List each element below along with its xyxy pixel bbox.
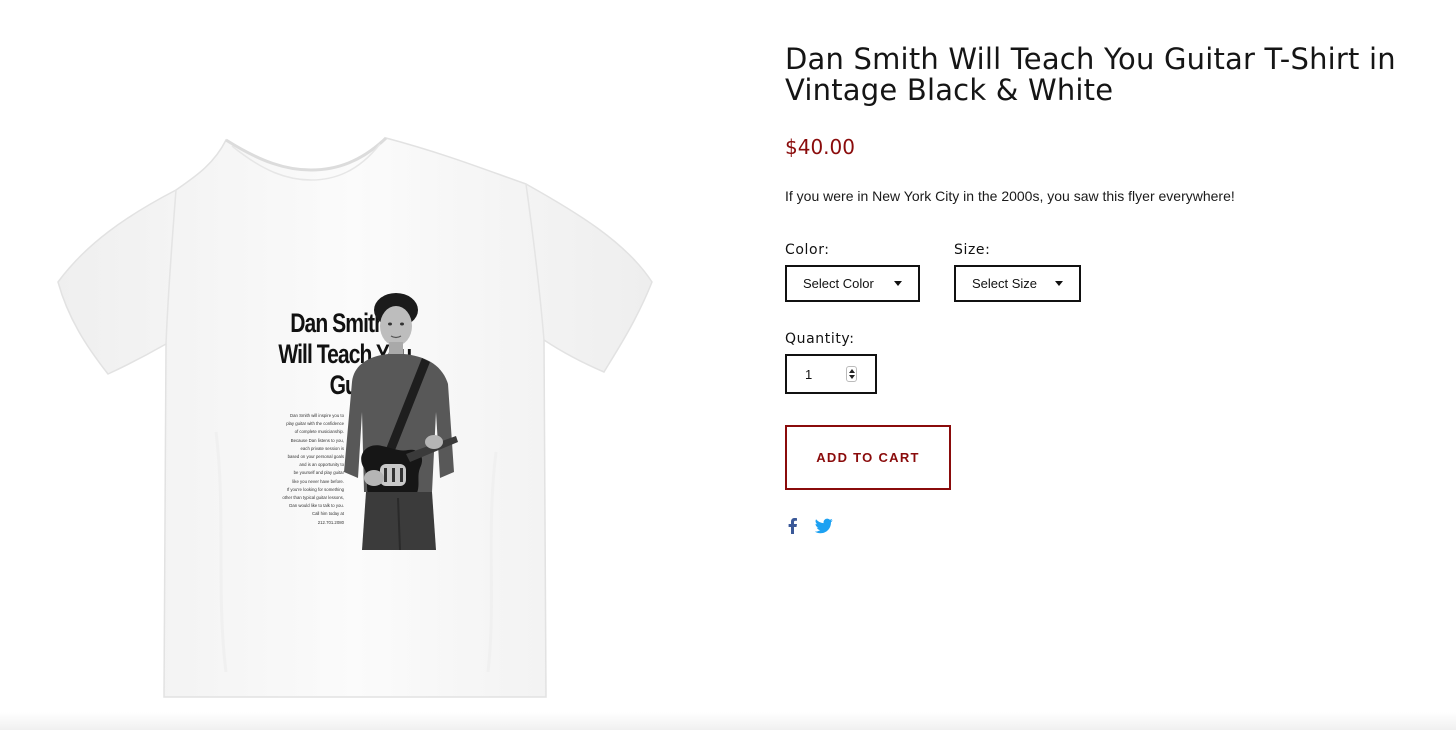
print-body-line: like you never have before. (292, 478, 344, 484)
print-body-line: Because Dan listens to you, (290, 437, 344, 443)
size-option: Size: Select Size (954, 242, 1081, 302)
print-body-line: If you're looking for something (286, 486, 344, 492)
twitter-share-link[interactable] (814, 518, 833, 539)
chevron-down-icon (1055, 281, 1063, 286)
share-links (785, 517, 833, 540)
size-select[interactable]: Select Size (954, 265, 1081, 302)
quantity-stepper[interactable]: 1 (785, 354, 877, 394)
caret-up-icon[interactable] (848, 369, 855, 373)
print-body-line: Dan Smith will inspire you to (290, 413, 344, 418)
twitter-icon (814, 518, 833, 534)
facebook-share-link[interactable] (785, 517, 799, 540)
print-body-line: other than typical guitar lessons, (282, 495, 344, 501)
print-body-text: Dan Smith will inspire you to play guita… (270, 412, 344, 527)
quantity-option: Quantity: 1 (785, 331, 877, 394)
print-body-line: Dan would like to talk to you. (289, 503, 344, 509)
product-page: Dan Smith Will Teach You Guitar Dan Smit… (0, 0, 1456, 730)
size-select-value: Select Size (972, 276, 1038, 291)
print-body-line: of complete musicianship. (294, 429, 344, 435)
print-body-line: Call him today at (311, 511, 344, 517)
shirt-print: Dan Smith Will Teach You Guitar Dan Smit… (248, 292, 460, 550)
quantity-label: Quantity: (785, 331, 855, 347)
size-label: Size: (954, 242, 991, 258)
print-body-line: each private session is (300, 445, 344, 451)
print-body-line: play guitar with the confidence (286, 421, 344, 427)
chevron-down-icon (894, 281, 902, 286)
product-title: Dan Smith Will Teach You Guitar T-Shirt … (785, 42, 1396, 107)
product-description: If you were in New York City in the 2000… (785, 188, 1235, 204)
print-body-line: be yourself and play guitar (293, 470, 344, 476)
facebook-icon (788, 518, 797, 534)
quantity-value: 1 (805, 366, 813, 382)
product-details: Dan Smith Will Teach You Guitar T-Shirt … (785, 42, 1425, 534)
print-body-line: 212.701.2080 (317, 519, 344, 525)
print-body-line: based on your personal goals (287, 454, 344, 460)
guitarist-photo (344, 293, 458, 550)
spinner-icon[interactable] (846, 366, 857, 382)
color-select-value: Select Color (803, 276, 874, 291)
color-label: Color: (785, 242, 830, 258)
add-to-cart-button[interactable]: ADD TO CART (785, 425, 951, 490)
color-option: Color: Select Color (785, 242, 920, 302)
print-body-line: and is an opportunity to (299, 462, 344, 468)
product-price: $40.00 (785, 135, 855, 159)
color-select[interactable]: Select Color (785, 265, 920, 302)
footer-shadow (0, 712, 1456, 730)
caret-down-icon[interactable] (848, 375, 855, 379)
